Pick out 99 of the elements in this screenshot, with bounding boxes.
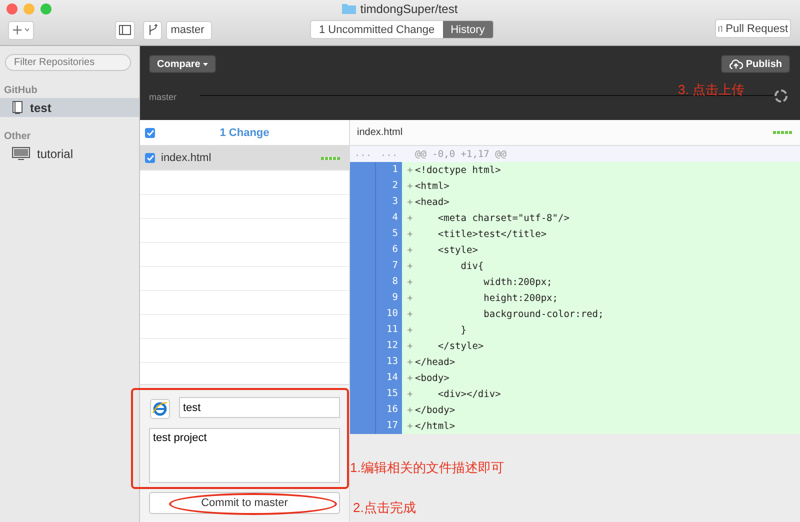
- diff-sign: +: [406, 228, 414, 240]
- hunk-header: @@ -0,0 +1,17 @@: [415, 148, 507, 160]
- sidebar-icon: [119, 25, 131, 35]
- folder-icon: [342, 3, 356, 14]
- loading-spinner-icon: [774, 89, 788, 103]
- code-line: div{: [460, 260, 484, 272]
- diff-sign: +: [406, 292, 414, 304]
- book-icon: [12, 101, 23, 114]
- code-line: <body>: [415, 372, 450, 384]
- branch-button[interactable]: [143, 20, 162, 40]
- diff-sign: +: [406, 164, 414, 176]
- diff-sign: +: [406, 212, 414, 224]
- window-title: timdongSuper/test: [360, 2, 458, 16]
- code-line: <div></div>: [436, 388, 501, 400]
- code-line: </style>: [436, 340, 484, 352]
- branch-icon: [148, 24, 158, 36]
- publish-button[interactable]: Publish: [720, 55, 790, 73]
- line-number: 15: [376, 386, 402, 402]
- checkmark-icon: [146, 130, 154, 136]
- diff-sign: +: [406, 324, 414, 336]
- diff-sign: +: [406, 244, 414, 256]
- compare-button[interactable]: Compare: [149, 55, 216, 73]
- code-line: <head>: [415, 196, 450, 208]
- code-line: </head>: [415, 356, 456, 368]
- caret-icon: [24, 28, 29, 32]
- diff-stat-icon: [773, 131, 792, 134]
- file-name: index.html: [357, 127, 404, 138]
- close-icon[interactable]: [6, 3, 18, 15]
- diff-sign: +: [406, 404, 414, 416]
- view-tab[interactable]: 1 Uncommitted Change: [311, 21, 443, 38]
- checkbox[interactable]: [145, 153, 155, 163]
- pull-request-button[interactable]: Pull Request: [715, 19, 791, 38]
- diff-sign: +: [406, 388, 414, 400]
- code-line: </html>: [415, 420, 456, 432]
- code-line: background-color:red;: [482, 308, 604, 320]
- file-name: index.html: [161, 152, 212, 164]
- code-line: <title>test</title>: [436, 228, 547, 240]
- browser-logo-icon: [152, 401, 168, 417]
- line-number: 14: [376, 370, 402, 386]
- line-number: 2: [376, 178, 402, 194]
- line-number: 16: [376, 402, 402, 418]
- diff-sign: +: [406, 308, 414, 320]
- group-heading: Other: [3, 130, 32, 144]
- code-line: <meta charset="utf-8"/>: [436, 212, 570, 224]
- repository-item[interactable]: tutorial: [0, 144, 139, 163]
- line-number-gutter: [350, 162, 376, 178]
- line-number: 3: [376, 194, 402, 210]
- cloud-upload-icon: [728, 59, 743, 69]
- line-number: 11: [376, 322, 402, 338]
- checkmark-icon: [146, 155, 154, 161]
- annotation-text: 2.点击完成: [353, 499, 416, 517]
- line-number-gutter: [350, 418, 376, 434]
- branch-label: master: [149, 92, 177, 102]
- code-line: <!doctype html>: [415, 164, 501, 176]
- code-line: }: [460, 324, 466, 336]
- branch-dropdown[interactable]: master: [166, 20, 212, 40]
- diff-sign: +: [406, 420, 414, 432]
- add-button[interactable]: [8, 20, 34, 40]
- code-line: <style>: [436, 244, 478, 256]
- plus-icon: [13, 25, 22, 35]
- repository-item[interactable]: test: [0, 98, 139, 117]
- line-number: 13: [376, 354, 402, 370]
- code-line: height:200px;: [482, 292, 558, 304]
- annotation-text: 3. 点击上传: [678, 81, 744, 99]
- group-heading: GitHub: [3, 84, 38, 98]
- diff-sign: +: [406, 340, 414, 352]
- sidebar-toggle-button[interactable]: [115, 20, 135, 40]
- monitor-icon: [12, 147, 30, 160]
- line-number: 4: [376, 210, 402, 226]
- code-line: <html>: [415, 180, 450, 192]
- diff-sign: +: [406, 356, 414, 368]
- description-field[interactable]: test project: [149, 428, 340, 483]
- line-number: 7: [376, 258, 402, 274]
- code-line: </body>: [415, 404, 456, 416]
- line-number: 1: [376, 162, 402, 178]
- file-row[interactable]: index.html: [140, 146, 349, 171]
- code-line: width:200px;: [482, 276, 552, 288]
- diff-sign: +: [406, 276, 414, 288]
- caret-icon: [203, 62, 208, 66]
- line-number: 17: [376, 418, 402, 434]
- filter-field[interactable]: Filter Repositories: [5, 54, 131, 71]
- line-number: 8: [376, 274, 402, 290]
- diff-sign: +: [406, 372, 414, 384]
- diff-sign: +: [406, 260, 414, 272]
- summary-field[interactable]: test: [179, 397, 340, 418]
- diff-sign: +: [406, 180, 414, 192]
- diff-stat-icon: [321, 156, 340, 160]
- commit-button[interactable]: Commit to master: [149, 492, 340, 514]
- line-number: 10: [376, 306, 402, 322]
- line-number: 5: [376, 226, 402, 242]
- changes-count: 1 Change: [218, 126, 270, 138]
- line-number: 9: [376, 290, 402, 306]
- line-number: 6: [376, 242, 402, 258]
- line-number: 12: [376, 338, 402, 354]
- annotation-text: 1.编辑相关的文件描述即可: [350, 459, 504, 477]
- diff-sign: +: [406, 196, 414, 208]
- view-tab[interactable]: History: [442, 21, 493, 38]
- checkbox[interactable]: [145, 128, 155, 138]
- zoom-icon[interactable]: [40, 3, 52, 15]
